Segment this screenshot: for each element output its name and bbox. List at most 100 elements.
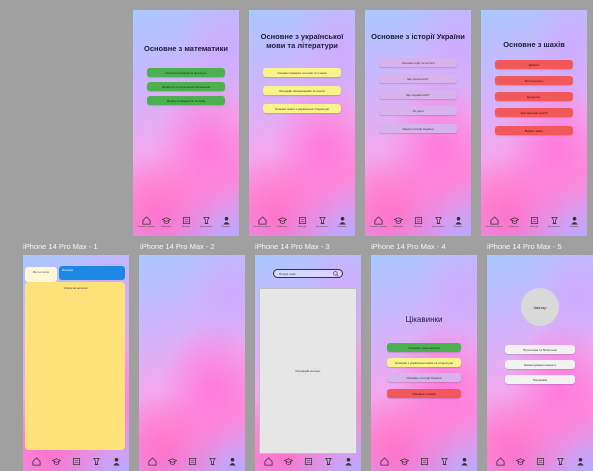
topic-button[interactable]: Усі дати [379,106,457,115]
nav-achievements[interactable] [87,457,105,466]
nav-home[interactable] [143,457,161,466]
nav-caption: Досягнення [548,226,560,228]
profile-button[interactable]: Підтримка [505,375,575,384]
nav-profile[interactable]: Профіль [565,216,583,229]
home-icon [31,457,41,466]
frame-chess: Основне з шахів Дебюти Міттельшпіль Ендш… [481,10,587,236]
topic-button[interactable]: Чим важливі шахи? [495,108,573,117]
nav-notes[interactable] [67,457,85,466]
nav-learning[interactable] [395,457,413,466]
topic-button[interactable]: Що прочитати? [379,74,457,83]
nav-home[interactable]: Головна сторінка [485,216,503,229]
nav-profile[interactable] [571,457,589,466]
profile-button[interactable]: Прочитана та бібліотека [505,345,575,354]
interest-button[interactable]: Основне з шахів [387,389,461,398]
nav-profile[interactable] [223,457,241,466]
nav-achievements[interactable]: Досягнення [429,216,447,229]
graduation-cap-icon [515,458,525,465]
nav-notes[interactable]: Нотатки [293,216,311,229]
nav-notes[interactable] [299,457,317,466]
nav-achievements[interactable] [319,457,337,466]
nav-notes[interactable]: Нотатки [177,216,195,229]
topic-button[interactable]: Карти з історії України [379,124,457,133]
page-title: Цікавинки [405,315,443,324]
bottom-nav: Головна сторінка Навчання Нотатки Досягн… [249,216,355,234]
nav-learning[interactable]: Навчання [389,216,407,229]
topic-button[interactable]: Основні події та постаті [379,58,457,67]
bottom-nav [23,457,129,471]
bottom-nav [487,457,593,471]
trophy-icon [92,457,100,466]
nav-caption: Профіль [453,226,463,228]
nav-home[interactable]: Головна сторінка [369,216,387,229]
topic-button[interactable]: Основні твори з української літератури [263,104,341,113]
nav-notes[interactable]: Нотатки [409,216,427,229]
nav-notes[interactable] [531,457,549,466]
notes-panel [25,282,125,450]
nav-profile[interactable] [455,457,473,466]
frame-profile: Аватар Прочитана та бібліотека Налаштува… [487,255,593,471]
interest-button[interactable]: Основне з української мови та літератури [387,358,461,367]
trophy-icon [324,457,332,466]
nav-notes[interactable] [415,457,433,466]
interest-button[interactable]: Основне з історії України [387,373,461,382]
nav-achievements[interactable] [203,457,221,466]
topic-button[interactable]: Дебюти [495,60,573,69]
nav-achievements[interactable]: Досягнення [197,216,215,229]
nav-caption: Головна сторінка [137,226,155,228]
nav-notes[interactable]: Нотатки [525,216,543,229]
nav-home[interactable]: Головна сторінка [137,216,155,229]
topic-button[interactable]: Основні алгебраїчні формули [147,68,225,77]
trophy-icon [434,216,442,225]
home-icon [373,216,383,225]
topic-button[interactable]: Формули квадратів та кубів [147,96,225,105]
nav-profile[interactable] [107,457,125,466]
topic-button[interactable]: Що подивитися? [379,90,457,99]
nav-learning[interactable]: Навчання [157,216,175,229]
graduation-cap-icon [277,217,287,224]
bottom-nav [139,457,245,471]
nav-home[interactable] [491,457,509,466]
nav-achievements[interactable] [435,457,453,466]
nav-learning[interactable]: Навчання [505,216,523,229]
nav-home[interactable] [259,457,277,466]
nav-profile[interactable]: Профіль [217,216,235,229]
interest-button[interactable]: Основне з математики [387,343,461,352]
profile-button[interactable]: Налаштування акаунту [505,360,575,369]
nav-profile[interactable] [339,457,357,466]
topic-button[interactable]: Біографії письменників та поетів [263,86,341,95]
topic-button[interactable]: Ендшпіль [495,92,573,101]
design-canvas: Основне з математики Основні алгебраїчні… [0,0,593,471]
nav-profile[interactable]: Профіль [333,216,351,229]
nav-caption: Головна сторінка [485,226,503,228]
topic-button[interactable]: Формули зі скороченого множення [147,82,225,91]
frame-search: Пошук теми Основний контент [255,255,361,471]
nav-caption: Профіль [337,226,347,228]
nav-home[interactable] [27,457,45,466]
notes-tab[interactable]: Нотатки [59,266,125,280]
nav-learning[interactable] [511,457,529,466]
frame-ukrainian: Основне з української мови та літератури… [249,10,355,236]
avatar[interactable]: Аватар [521,288,559,326]
nav-caption: Головна сторінка [253,226,271,228]
nav-home[interactable] [375,457,393,466]
topic-button[interactable]: Відомі гравці [495,126,573,135]
notes-chip[interactable]: Мої нотатки [25,267,57,282]
nav-learning[interactable]: Навчання [273,216,291,229]
nav-achievements[interactable] [551,457,569,466]
topic-button[interactable]: Міттельшпіль [495,76,573,85]
nav-notes[interactable] [183,457,201,466]
notes-icon [72,457,80,466]
search-placeholder: Пошук теми [279,271,296,276]
nav-achievements[interactable]: Досягнення [545,216,563,229]
nav-learning[interactable] [163,457,181,466]
nav-caption: Навчання [509,226,519,228]
nav-achievements[interactable]: Досягнення [313,216,331,229]
nav-profile[interactable]: Профіль [449,216,467,229]
search-input[interactable]: Пошук теми [273,269,343,278]
nav-learning[interactable] [47,457,65,466]
nav-learning[interactable] [279,457,297,466]
topic-button[interactable]: Основні правила та поняття з мови [263,68,341,77]
nav-caption: Головна сторінка [369,226,387,228]
nav-home[interactable]: Головна сторінка [253,216,271,229]
